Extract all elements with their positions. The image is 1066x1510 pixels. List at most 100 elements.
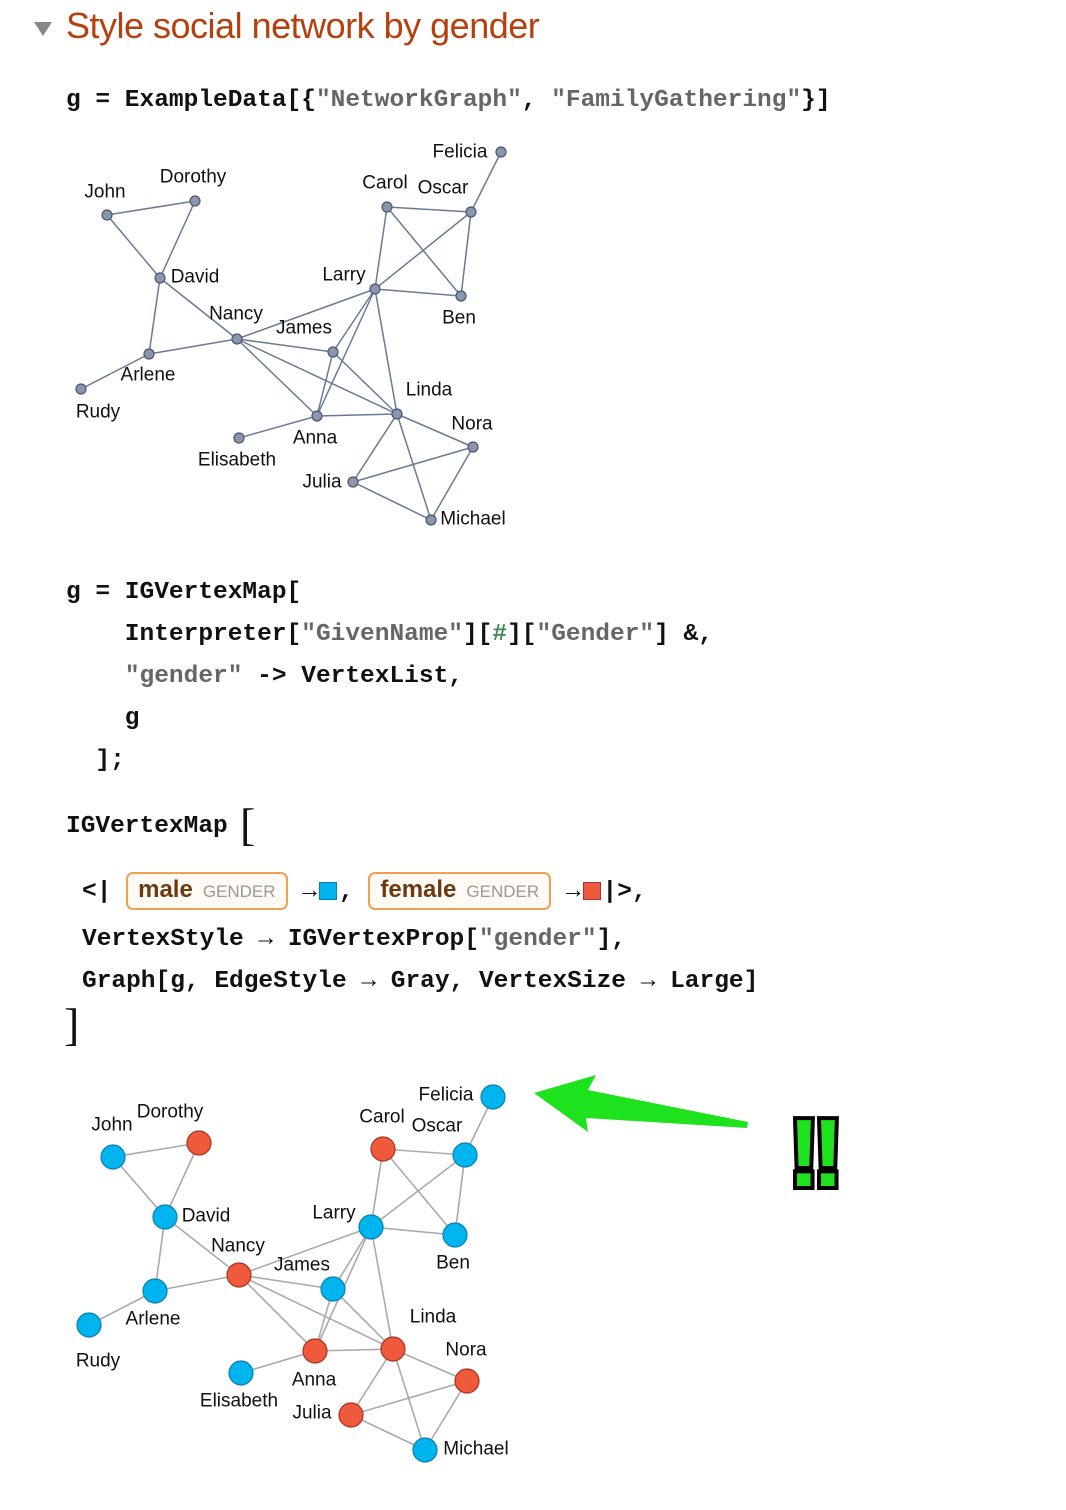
entity-female[interactable]: female GENDER [368, 872, 552, 910]
vertex-oscar[interactable] [452, 1142, 478, 1168]
edge-larry-ben [374, 288, 462, 297]
red-swatch[interactable] [582, 882, 601, 900]
vertex-label: Rudy [76, 1351, 121, 1372]
vertex-nora[interactable] [454, 1368, 480, 1394]
vertex-rudy[interactable] [76, 1312, 102, 1338]
edge-james-anna [316, 351, 334, 417]
edge-arlene-nancy [148, 338, 238, 355]
entity-name: female [380, 876, 457, 903]
edge-oscar-ben [460, 211, 472, 297]
edge-julia-nora [352, 446, 474, 483]
vertex-nancy[interactable] [231, 333, 243, 345]
code-token: g [66, 705, 140, 732]
rule-arrow: → [565, 878, 581, 906]
annotation: !! [534, 1075, 848, 1200]
vertex-david[interactable] [152, 1204, 178, 1230]
vertex-linda[interactable] [380, 1336, 406, 1362]
vertex-dorothy[interactable] [186, 1130, 212, 1156]
vertex-rudy[interactable] [75, 383, 87, 395]
vertex-label: Julia [292, 1403, 332, 1424]
vertex-label: Anna [292, 1370, 337, 1391]
vertex-michael[interactable] [425, 514, 437, 526]
vertex-elisabeth[interactable] [233, 432, 245, 444]
vertex-nora[interactable] [467, 441, 479, 453]
vertex-julia[interactable] [338, 1402, 364, 1428]
vertex-label: Dorothy [137, 1102, 204, 1123]
code-token: Graph[g, EdgeStyle → Gray, VertexSize → … [82, 968, 759, 995]
vertex-elisabeth[interactable] [228, 1360, 254, 1386]
vertex-john[interactable] [101, 209, 113, 221]
vertex-arlene[interactable] [143, 348, 155, 360]
assoc-open: <| [82, 878, 112, 906]
vertex-nancy[interactable] [226, 1262, 252, 1288]
edge-john-david [106, 214, 161, 279]
vertex-james[interactable] [320, 1276, 346, 1302]
network-graph-output: John Dorothy David Nancy ArleneRudy James Anna… [75, 142, 507, 530]
code-token: g = IGVertexMap[ [66, 579, 302, 606]
vertex-felicia[interactable] [495, 146, 507, 158]
arrow-left-icon [534, 1075, 748, 1132]
vertex-larry[interactable] [358, 1214, 384, 1240]
edge-john-dorothy [106, 200, 196, 216]
vertex-david[interactable] [154, 272, 166, 284]
vertex-john[interactable] [100, 1144, 126, 1170]
code-line: "gender" -> VertexList, [66, 662, 463, 692]
open-bracket: [ [240, 799, 256, 850]
assoc-close: |>, [602, 878, 647, 906]
entity-type: GENDER [466, 882, 540, 901]
code-token: -> VertexList, [242, 663, 463, 690]
vertex-oscar[interactable] [465, 206, 477, 218]
vertex-label: Michael [440, 509, 505, 530]
vertex-label: Carol [362, 173, 407, 194]
blue-swatch[interactable] [318, 882, 337, 900]
function-name: IGVertexMap [66, 813, 228, 840]
vertex-james[interactable] [327, 346, 339, 358]
vertex-larry[interactable] [369, 283, 381, 295]
edge-larry-ben [370, 1226, 456, 1236]
vertex-label: Linda [406, 380, 453, 401]
vertex-carol[interactable] [370, 1136, 396, 1162]
vertex-carol[interactable] [381, 201, 393, 213]
edge-john-dorothy [112, 1142, 200, 1158]
vertex-label: James [276, 318, 332, 339]
vertex-anna[interactable] [311, 410, 323, 422]
close-bracket: ] [64, 999, 80, 1050]
edge-carol-ben [382, 1148, 456, 1236]
code-token: ][ [462, 621, 493, 648]
vertex-arlene[interactable] [142, 1278, 168, 1304]
vertex-ben[interactable] [442, 1222, 468, 1248]
vertex-michael[interactable] [412, 1437, 438, 1463]
vertex-label: Oscar [412, 1116, 463, 1137]
code-token: "gender" [478, 926, 597, 953]
vertex-felicia[interactable] [480, 1084, 506, 1110]
association-line: <| male GENDER →, female GENDER → |>, [82, 872, 647, 910]
code-line: VertexStyle → IGVertexProp["gender"], [82, 925, 626, 955]
vertex-label: Arlene [126, 1309, 181, 1330]
vertex-label: Larry [312, 1203, 356, 1224]
vertex-label: Nancy [209, 304, 263, 325]
code-token: "GivenName" [301, 621, 463, 648]
code-line: Interpreter["GivenName"][#]["Gender"] &, [66, 620, 713, 650]
vertex-dorothy[interactable] [189, 195, 201, 207]
vertex-label: John [91, 1115, 132, 1136]
vertex-anna[interactable] [302, 1338, 328, 1364]
vertex-label: Nora [445, 1340, 487, 1361]
vertex-label: John [84, 182, 125, 203]
entity-male[interactable]: male GENDER [126, 872, 288, 910]
vertex-ben[interactable] [455, 290, 467, 302]
code-token: "Gender" [536, 621, 655, 648]
vertex-label: Nancy [211, 1236, 265, 1257]
edge-anna-linda [316, 413, 398, 417]
edge-julia-michael [352, 481, 432, 521]
code-line: g = IGVertexMap[ [66, 578, 301, 608]
rule-arrow: → [302, 878, 317, 906]
vertex-label: Dorothy [160, 167, 227, 188]
vertex-label: Larry [322, 265, 366, 286]
code-token: ], [596, 926, 626, 953]
vertex-julia[interactable] [347, 476, 359, 488]
edge-anna-larry [316, 288, 376, 417]
code-line: ]; [66, 746, 124, 776]
vertex-label: Elisabeth [198, 450, 276, 471]
vertex-linda[interactable] [391, 408, 403, 420]
